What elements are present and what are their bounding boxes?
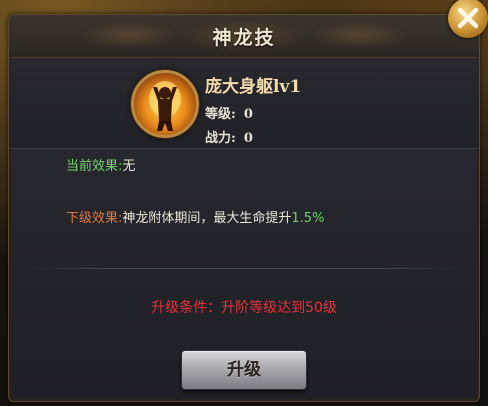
upgrade-requirement: 升级条件：升阶等级达到50级 bbox=[151, 300, 337, 316]
skill-dialog: 神龙技 庞大身躯lv1 等级: 0 战力: 0 当前效果:无 下级效果:神龙附体期间… bbox=[8, 14, 480, 402]
current-effect-label: 当前效果: bbox=[66, 159, 123, 174]
level-label: 等级: bbox=[205, 107, 236, 122]
divider bbox=[27, 268, 461, 269]
power-value: 0 bbox=[243, 131, 253, 146]
next-effect-label: 下级效果: bbox=[66, 211, 123, 226]
close-x-icon bbox=[457, 7, 479, 29]
skill-name: 庞大身躯lv1 bbox=[205, 77, 302, 97]
current-effect-value: 无 bbox=[122, 159, 136, 174]
next-effect-row: 下级效果:神龙附体期间，最大生命提升1.5% bbox=[66, 207, 324, 226]
level-value: 0 bbox=[243, 107, 253, 122]
skill-level-row: 等级: 0 bbox=[205, 103, 253, 122]
next-effect-text: 神龙附体期间，最大生命提升 bbox=[122, 211, 292, 226]
current-effect-row: 当前效果:无 bbox=[66, 155, 135, 174]
next-effect-highlight: 1.5% bbox=[291, 211, 325, 226]
dialog-title: 神龙技 bbox=[212, 27, 276, 49]
skill-header: 庞大身躯lv1 等级: 0 战力: 0 bbox=[9, 58, 479, 149]
power-label: 战力: bbox=[205, 131, 236, 146]
upgrade-button[interactable]: 升级 bbox=[181, 350, 307, 390]
dragon-skill-icon bbox=[131, 70, 199, 138]
title-bar: 神龙技 bbox=[9, 15, 479, 58]
skill-power-row: 战力: 0 bbox=[205, 127, 253, 146]
